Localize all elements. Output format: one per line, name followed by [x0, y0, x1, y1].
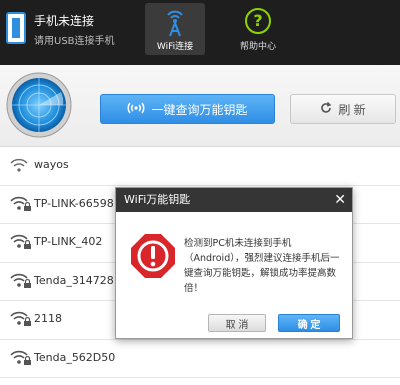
wifi-locked-icon	[10, 311, 32, 331]
phone-icon	[6, 12, 26, 44]
radar-icon	[6, 72, 72, 142]
dialog-header: WiFi万能钥匙 ✕	[116, 188, 352, 212]
dialog-title: WiFi万能钥匙	[124, 193, 191, 206]
wifi-locked-icon	[10, 196, 32, 216]
wifi-ssid: Tenda_562D50	[34, 350, 116, 364]
wifi-locked-icon	[10, 273, 32, 293]
dialog-message: 检测到PC机未连接到手机（Android），强烈建议连接手机后一键查询万能钥匙，…	[184, 238, 340, 294]
wifi-ssid: TP-LINK-66598	[34, 196, 114, 210]
query-button-label: 一键查询万能钥匙	[151, 102, 248, 117]
refresh-icon	[320, 101, 332, 117]
close-icon[interactable]: ✕	[334, 188, 346, 212]
list-item[interactable]: wayos	[0, 147, 400, 186]
tab-wifi-label: WiFi连接	[156, 42, 194, 52]
cancel-button[interactable]: 取 消	[208, 314, 266, 332]
master-key-dialog: WiFi万能钥匙 ✕ 检测到PC机未连接到手机（Android），强烈建议连接手…	[115, 187, 353, 339]
action-area: 一键查询万能钥匙 刷 新	[0, 65, 400, 147]
list-item[interactable]: Tenda_562D50	[0, 340, 400, 378]
confirm-button[interactable]: 确 定	[278, 314, 340, 332]
query-master-key-button[interactable]: 一键查询万能钥匙	[100, 94, 275, 124]
wifi-signal-icon	[127, 101, 145, 118]
alert-icon	[130, 233, 176, 283]
tab-help-label: 帮助中心	[239, 42, 276, 52]
connection-subtitle: 请用USB连接手机	[34, 36, 115, 47]
wifi-locked-icon	[10, 234, 32, 254]
wifi-ssid: Tenda_314728	[34, 273, 114, 287]
tab-wifi-connect[interactable]: WiFi连接	[145, 3, 205, 55]
question-icon: ?	[245, 8, 271, 34]
refresh-button-label: 刷 新	[338, 102, 366, 117]
wifi-ssid: TP-LINK_402	[34, 235, 103, 248]
tab-help-center[interactable]: ? 帮助中心	[228, 3, 288, 55]
wifi-ssid: wayos	[34, 158, 69, 171]
connection-title: 手机未连接	[34, 14, 95, 28]
wifi-ssid: 2118	[34, 312, 62, 325]
wifi-tower-icon	[163, 7, 187, 41]
refresh-button[interactable]: 刷 新	[290, 94, 396, 124]
top-bar: 手机未连接 请用USB连接手机 WiFi连接 ? 帮助中心	[0, 0, 400, 65]
wifi-signal-icon	[10, 157, 28, 176]
wifi-locked-icon	[10, 350, 32, 370]
